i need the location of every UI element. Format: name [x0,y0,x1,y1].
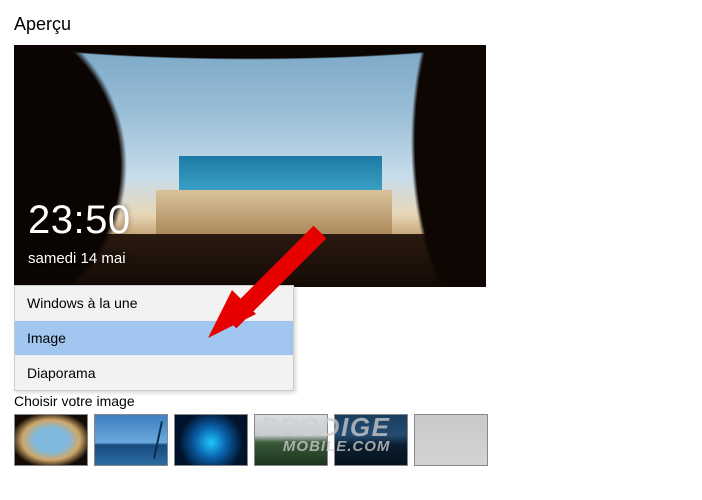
section-title: Aperçu [14,14,688,35]
thumbnail-1[interactable] [14,414,88,466]
thumbnail-4[interactable] [254,414,328,466]
thumbnail-5[interactable] [334,414,408,466]
lockscreen-time: 23:50 [28,198,131,243]
lockscreen-preview: 23:50 samedi 14 mai [14,45,486,287]
dropdown-option-windows-spotlight[interactable]: Windows à la une [15,286,293,321]
image-thumbnails [14,414,488,466]
dropdown-option-slideshow[interactable]: Diaporama [15,356,293,390]
dropdown-option-image[interactable]: Image [15,321,293,356]
choose-image-label: Choisir votre image [14,393,135,409]
thumbnail-2[interactable] [94,414,168,466]
thumbnail-6[interactable] [414,414,488,466]
background-dropdown[interactable]: Windows à la une Image Diaporama [14,285,294,391]
thumbnail-3[interactable] [174,414,248,466]
lockscreen-date: samedi 14 mai [28,250,126,267]
